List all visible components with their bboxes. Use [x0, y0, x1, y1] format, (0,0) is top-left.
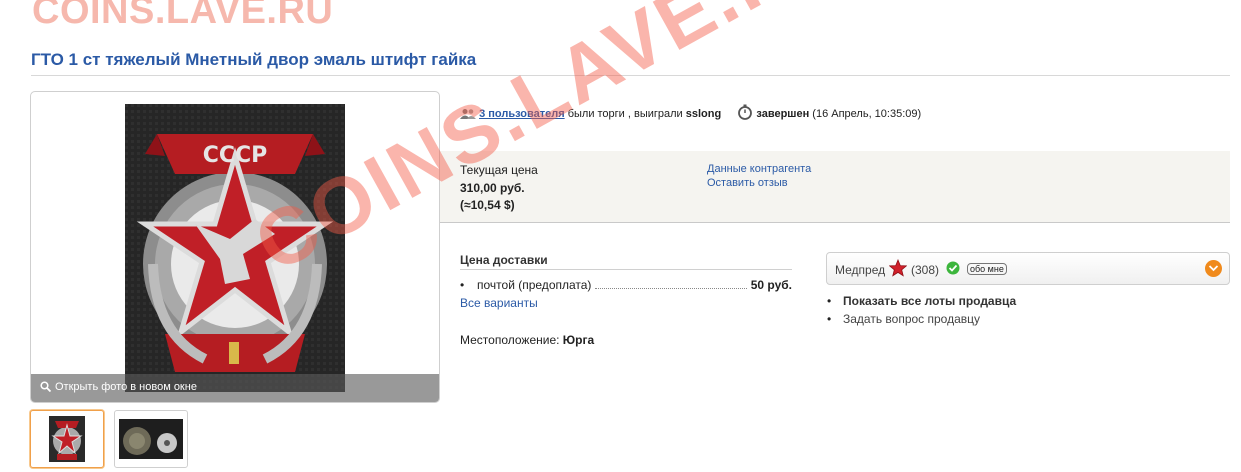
auction-info: 3 пользователя были торги , выиграли ssl…	[460, 104, 921, 120]
thumbnail-2[interactable]	[114, 410, 188, 468]
lot-title: ГТО 1 ст тяжелый Мнетный двор эмаль штиф…	[31, 50, 477, 69]
auction-status: завершен	[756, 108, 810, 120]
seller-expand-button[interactable]	[1205, 260, 1222, 277]
title-divider	[31, 75, 1230, 76]
stopwatch-icon	[738, 104, 753, 120]
seller-rating[interactable]: (308)	[911, 263, 939, 277]
open-photo-link[interactable]: Открыть фото в новом окне	[31, 374, 439, 402]
delivery-price: 50 руб.	[750, 278, 792, 292]
chevron-down-icon	[1208, 265, 1219, 272]
red-star-icon	[889, 259, 907, 277]
show-all-lots-link[interactable]: Показать все лоты продавца	[843, 294, 1016, 308]
seller-actions: • Показать все лоты продавца • Задать вопр…	[827, 294, 1016, 330]
about-me-badge[interactable]: обо мне	[967, 263, 1007, 275]
verified-check-icon	[946, 261, 960, 275]
users-icon	[460, 109, 476, 119]
current-price: 310,00 руб.	[460, 181, 525, 195]
location-label: Местоположение:	[460, 333, 563, 347]
main-photo[interactable]: СССР Открыть фото в новом окне	[30, 91, 440, 403]
auction-end-time: (16 Апрель, 10:35:09)	[812, 108, 922, 120]
seller-card[interactable]: Медпред (308) обо мне	[826, 252, 1230, 285]
winner-name[interactable]: sslong	[686, 108, 721, 120]
bullet: •	[460, 278, 465, 292]
open-photo-label: Открыть фото в новом окне	[55, 381, 197, 393]
delivery-option: • почтой (предоплата) 50 руб.	[460, 278, 792, 292]
bullet: •	[827, 294, 832, 308]
thumbnail-1[interactable]	[30, 410, 104, 468]
delivery-divider	[460, 269, 792, 270]
badge-photo: СССР	[125, 104, 345, 392]
all-delivery-variants-link[interactable]: Все варианты	[460, 296, 538, 310]
current-price-label: Текущая цена	[460, 163, 538, 177]
svg-text:СССР: СССР	[203, 143, 268, 168]
badge-back-thumbnail	[119, 419, 183, 459]
counterparty-data-link[interactable]: Данные контрагента	[707, 162, 811, 176]
bidders-link[interactable]: 3 пользователя	[479, 108, 565, 120]
seller-name[interactable]: Медпред	[835, 263, 885, 277]
site-logo[interactable]: COINS.LAVE.RU	[32, 0, 333, 33]
leave-feedback-link[interactable]: Оставить отзыв	[707, 176, 811, 190]
counterparty-links: Данные контрагента Оставить отзыв	[707, 162, 811, 190]
price-panel: Текущая цена 310,00 руб. (≈10,54 $) Данн…	[440, 151, 1230, 223]
ask-seller-link[interactable]: Задать вопрос продавцу	[843, 312, 980, 326]
location: Местоположение: Юрга	[460, 333, 594, 347]
current-price-usd: (≈10,54 $)	[460, 198, 515, 212]
bids-text: были торги , выиграли	[564, 108, 686, 120]
delivery-method: почтой (предоплата)	[477, 278, 592, 292]
dot-leader	[595, 288, 747, 289]
badge-thumbnail	[49, 416, 85, 462]
bullet: •	[827, 312, 832, 326]
delivery-heading: Цена доставки	[460, 253, 548, 267]
location-value: Юрга	[562, 333, 595, 347]
magnifier-icon	[40, 381, 51, 392]
